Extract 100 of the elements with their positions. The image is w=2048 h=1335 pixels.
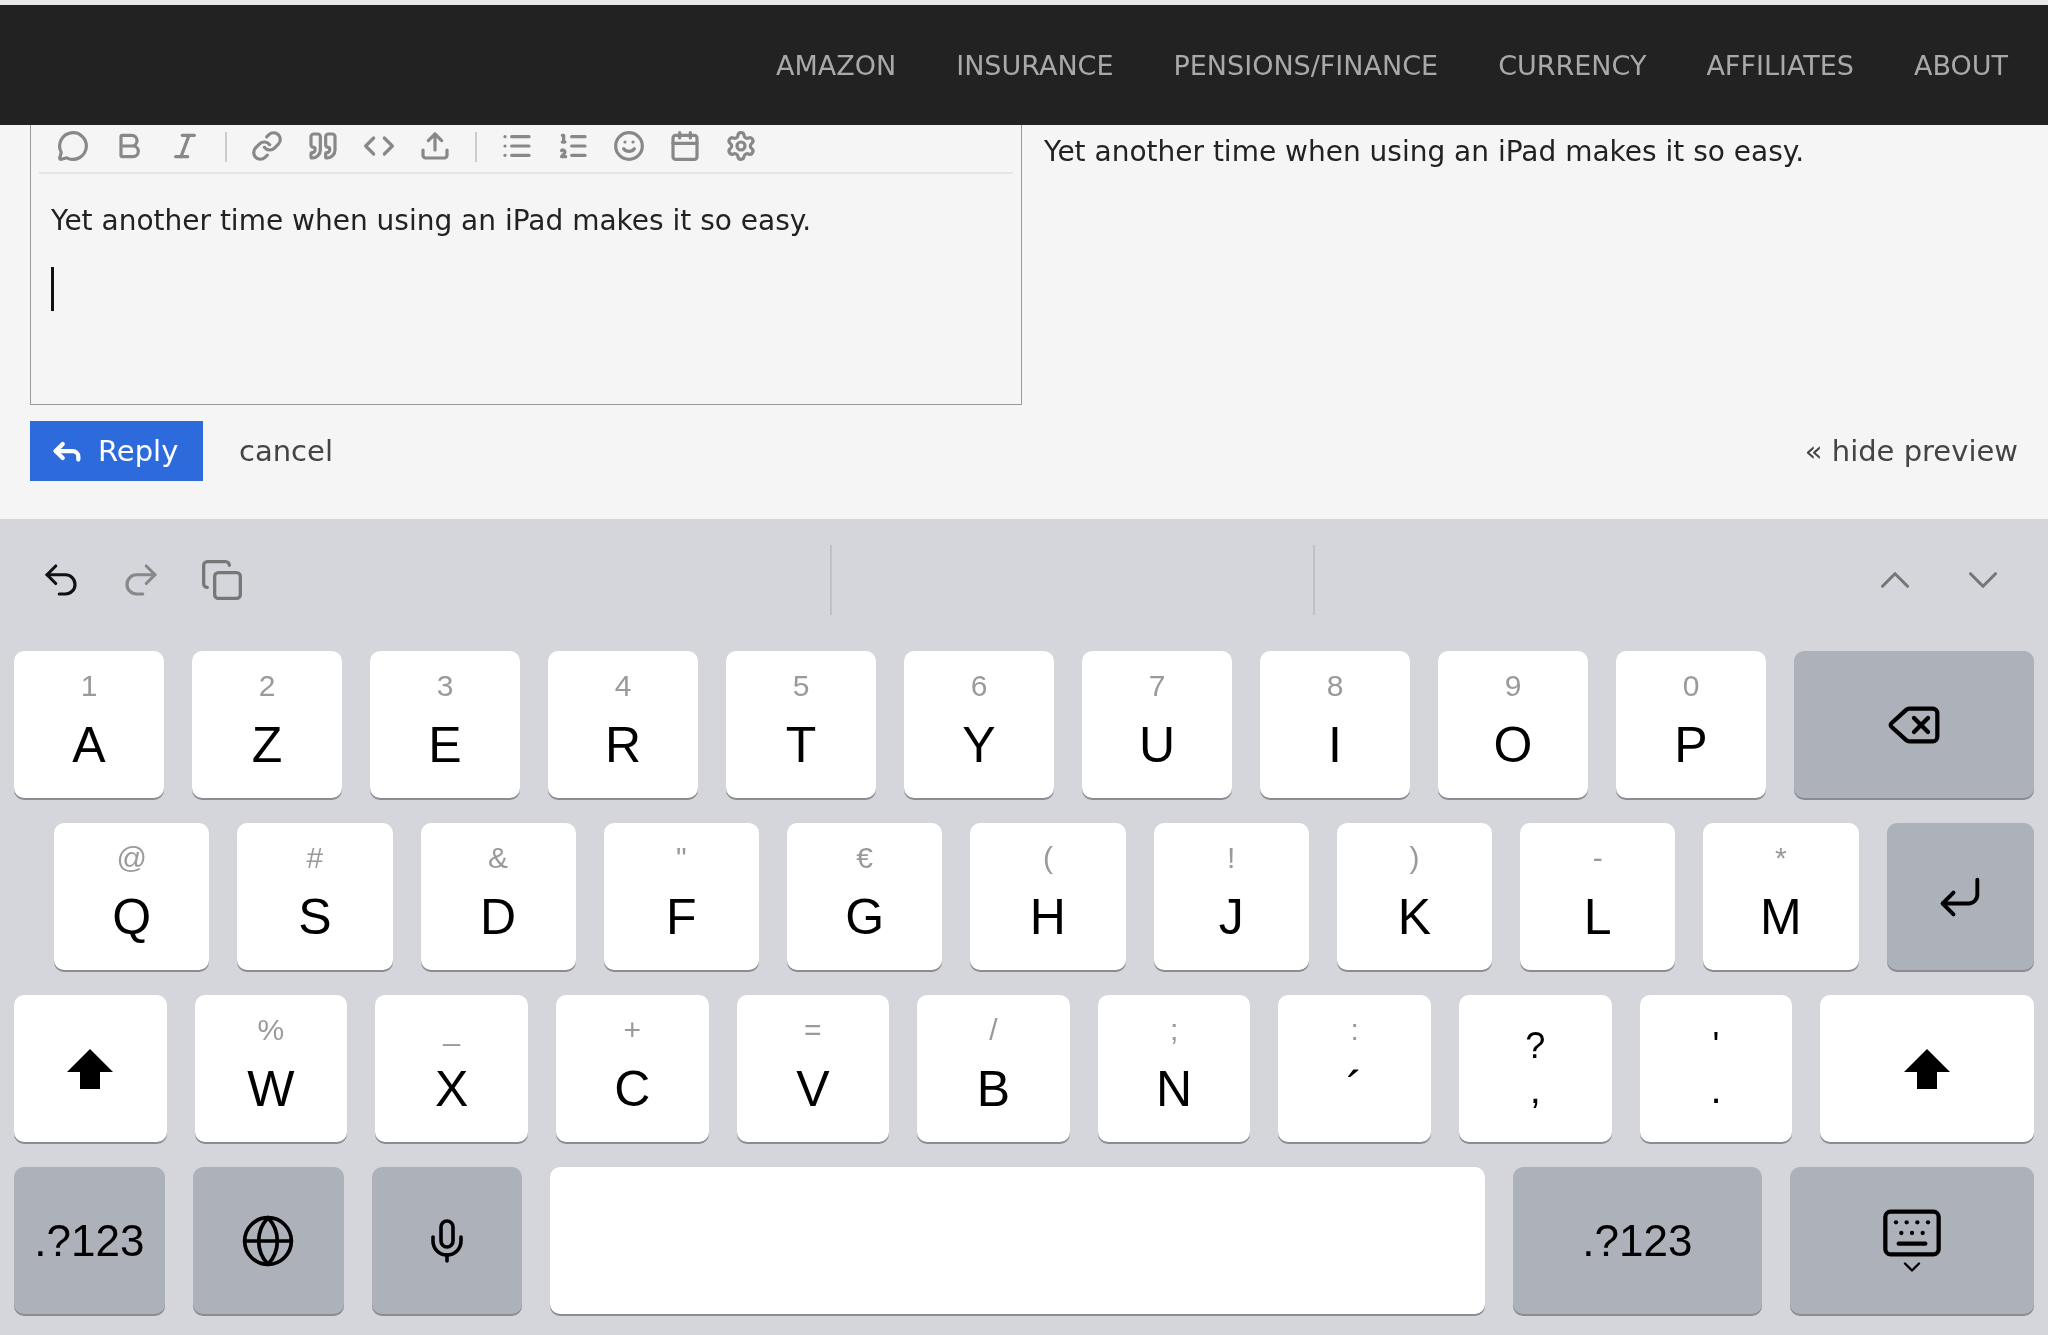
key-alt-label: 5	[792, 669, 810, 703]
shift-arrow-icon	[1902, 1046, 1953, 1091]
shift-arrow-icon	[65, 1046, 116, 1091]
key-label: K	[1397, 887, 1432, 946]
key[interactable]: 4 R	[548, 651, 698, 798]
key-label: J	[1218, 887, 1244, 946]
numbers-key[interactable]: .?123	[1513, 1167, 1762, 1314]
key[interactable]: + C	[555, 995, 709, 1142]
key[interactable]: ( H	[970, 823, 1126, 970]
nav-link[interactable]: PENSIONS/FINANCE	[1173, 49, 1439, 81]
key[interactable]: 2 Z	[192, 651, 342, 798]
key-alt-label: '	[1712, 1025, 1720, 1067]
quote-icon[interactable]	[307, 130, 339, 162]
key-label: Z	[251, 715, 283, 774]
key-label: G	[845, 887, 885, 946]
key[interactable]: 3 E	[370, 651, 520, 798]
key-alt-label: %	[257, 1013, 285, 1047]
key-alt-label: 8	[1326, 669, 1344, 703]
key-alt-label: #	[306, 841, 324, 875]
speech-bubble-icon[interactable]	[57, 130, 89, 162]
key-label: F	[666, 887, 697, 946]
key[interactable]: @ Q	[54, 823, 210, 970]
key-label: T	[785, 715, 817, 774]
nav-link[interactable]: AFFILIATES	[1706, 49, 1854, 81]
key-label: V	[796, 1059, 830, 1118]
key[interactable]: ; N	[1097, 995, 1251, 1142]
key[interactable]: 5 T	[726, 651, 876, 798]
key[interactable]: 1 A	[14, 651, 164, 798]
key-alt-label: ;	[1169, 1013, 1179, 1047]
key-alt-label: (	[1042, 841, 1053, 875]
key-label: N	[1156, 1059, 1193, 1118]
key-label: U	[1138, 715, 1176, 774]
key-alt-label: :	[1350, 1013, 1359, 1047]
key[interactable]: * M	[1703, 823, 1859, 970]
key[interactable]: 7 U	[1082, 651, 1232, 798]
key-label: B	[976, 1059, 1011, 1118]
key[interactable]: ) K	[1336, 823, 1492, 970]
key-alt-label: /	[989, 1013, 998, 1047]
key[interactable]: & D	[420, 823, 576, 970]
key[interactable]: : ´	[1278, 995, 1431, 1142]
link-icon[interactable]	[251, 130, 283, 162]
cancel-link[interactable]: cancel	[239, 434, 333, 468]
key-label: Y	[962, 715, 996, 774]
key-alt-label: ?	[1525, 1025, 1546, 1067]
key[interactable]: ' .	[1639, 995, 1793, 1142]
smiley-icon[interactable]	[613, 130, 645, 162]
nav-link[interactable]: AMAZON	[776, 49, 897, 81]
calendar-icon[interactable]	[669, 130, 701, 162]
nav-link[interactable]: ABOUT	[1913, 49, 2008, 81]
key-alt-label: 0	[1682, 669, 1700, 703]
numbers-key[interactable]: .?123	[14, 1167, 165, 1314]
key-alt-label: 4	[614, 669, 632, 703]
key-label: C	[614, 1059, 651, 1118]
key-label: Q	[112, 887, 152, 946]
key[interactable]: # S	[237, 823, 393, 970]
key[interactable]: ! J	[1153, 823, 1309, 970]
key-alt-label: -	[1592, 841, 1603, 875]
hide-preview-link[interactable]: « hide preview	[1804, 434, 2018, 468]
hide-keyboard-key[interactable]	[1789, 1167, 2034, 1314]
key[interactable]: € G	[787, 823, 943, 970]
reply-button[interactable]: Reply	[30, 421, 203, 481]
key-alt-label: "	[676, 841, 687, 875]
key[interactable]: 6 Y	[904, 651, 1054, 798]
key-alt-label: !	[1226, 841, 1236, 875]
key-label: D	[480, 887, 517, 946]
settings-icon[interactable]	[725, 130, 757, 162]
paste-icon[interactable]	[200, 558, 244, 602]
key-alt-label: _	[443, 1013, 460, 1047]
key-alt-label: €	[856, 841, 873, 875]
nav-link[interactable]: CURRENCY	[1498, 49, 1647, 81]
nav-link[interactable]: INSURANCE	[956, 49, 1114, 81]
key[interactable]: _ X	[375, 995, 528, 1142]
key[interactable]: % W	[194, 995, 348, 1142]
key[interactable]: - L	[1520, 823, 1676, 970]
shift-key[interactable]	[14, 995, 167, 1142]
key-alt-label: 3	[436, 669, 454, 703]
key[interactable]: " F	[603, 823, 759, 970]
key[interactable]: ? ,	[1459, 995, 1612, 1142]
key[interactable]: = V	[736, 995, 890, 1142]
key-alt-label: 1	[80, 669, 98, 703]
key-label: M	[1760, 887, 1802, 946]
backspace-key[interactable]	[1794, 651, 2034, 798]
globe-key[interactable]	[192, 1167, 344, 1314]
key-alt-label: +	[623, 1013, 641, 1047]
key-alt-label: =	[804, 1013, 822, 1047]
key-alt-label: *	[1775, 841, 1787, 875]
key-label: I	[1328, 715, 1342, 774]
key-label: R	[604, 715, 642, 774]
key[interactable]: 0 P	[1616, 651, 1766, 798]
key-label: O	[1493, 715, 1533, 774]
key-label: L	[1583, 887, 1612, 946]
shift-key[interactable]	[1820, 995, 2034, 1142]
upload-icon[interactable]	[419, 130, 451, 162]
microphone-key[interactable]	[371, 1167, 523, 1314]
key[interactable]: 8 I	[1260, 651, 1410, 798]
key[interactable]: / B	[917, 995, 1070, 1142]
key[interactable]: 9 O	[1438, 651, 1588, 798]
key-label: ,	[1529, 1067, 1541, 1112]
key-label: ´	[1346, 1059, 1363, 1118]
key-label: H	[1029, 887, 1066, 946]
